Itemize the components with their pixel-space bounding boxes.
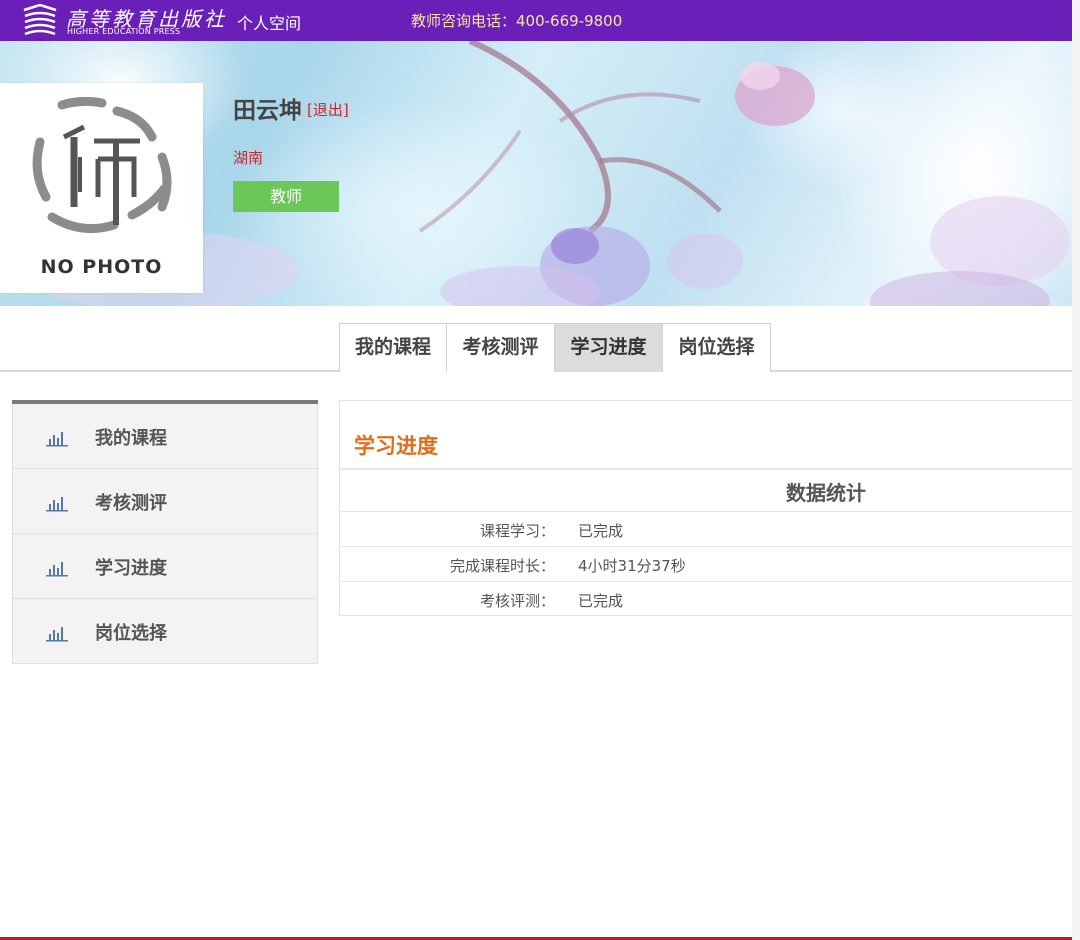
tab-my-courses[interactable]: 我的课程: [339, 323, 447, 372]
sidebar-item-position-selection[interactable]: 岗位选择: [12, 599, 318, 664]
learning-progress-panel: 学习进度 数据统计 课程学习： 已完成 完成课程时长： 4小时31分37秒 考核…: [339, 400, 1072, 616]
sidebar-item-my-courses[interactable]: 我的课程: [12, 404, 318, 469]
publisher-logo[interactable]: 高等教育出版社 HIGHER EDUCATION PRESS: [22, 3, 224, 39]
main-tabs: 我的课程 考核测评 学习进度 岗位选择: [339, 323, 771, 372]
logout-link[interactable]: [退出]: [307, 99, 349, 120]
books-logo-icon: [23, 4, 57, 36]
teacher-placeholder-icon: [32, 97, 172, 234]
avatar[interactable]: NO PHOTO: [0, 83, 203, 293]
logo-text-en: HIGHER EDUCATION PRESS: [67, 27, 181, 36]
top-bar: 高等教育出版社 HIGHER EDUCATION PRESS 个人空间 教师咨询…: [0, 0, 1072, 41]
tab-position-selection[interactable]: 岗位选择: [663, 323, 771, 372]
stats-value: 已完成: [578, 592, 624, 610]
bar-chart-icon: [46, 497, 68, 512]
user-name: 田云坤: [233, 98, 302, 124]
stats-row-assessment: 考核评测： 已完成: [340, 581, 1072, 616]
panel-divider: [340, 468, 1072, 470]
page-scrollbar[interactable]: [1072, 0, 1080, 940]
stats-row-course-study: 课程学习： 已完成: [340, 511, 1072, 546]
stats-value: 4小时31分37秒: [578, 557, 686, 575]
stats-label: 完成课程时长：: [449, 557, 555, 575]
sidebar-item-label: 考核测评: [95, 493, 167, 514]
sidebar-item-label: 我的课程: [95, 428, 167, 449]
panel-title: 学习进度: [354, 434, 438, 458]
bar-chart-icon: [46, 432, 68, 447]
tab-learning-progress[interactable]: 学习进度: [555, 323, 663, 372]
bar-chart-icon: [46, 627, 68, 642]
sidebar-item-learning-progress[interactable]: 学习进度: [12, 534, 318, 599]
stats-label: 考核评测：: [479, 592, 555, 610]
sidebar-item-label: 学习进度: [95, 558, 167, 579]
bar-chart-icon: [46, 562, 68, 577]
stats-label: 课程学习：: [479, 522, 555, 540]
nav-personal-space[interactable]: 个人空间: [237, 10, 301, 34]
profile-banner: NO PHOTO 田云坤 [退出] 湖南 教师: [0, 41, 1072, 306]
stats-value: 已完成: [578, 522, 624, 540]
sidebar-item-label: 岗位选择: [95, 623, 167, 644]
role-badge: 教师: [233, 181, 339, 212]
user-region: 湖南: [233, 149, 264, 167]
tab-assessment[interactable]: 考核测评: [447, 323, 555, 372]
stats-row-course-duration: 完成课程时长： 4小时31分37秒: [340, 546, 1072, 581]
side-menu: 我的课程 考核测评 学习进度 岗位选择: [12, 400, 318, 664]
stats-title: 数据统计: [786, 481, 866, 505]
avatar-placeholder-text: NO PHOTO: [40, 256, 163, 278]
hotline-text: 教师咨询电话：400-669-9800: [411, 12, 623, 30]
sidebar-item-assessment[interactable]: 考核测评: [12, 469, 318, 534]
